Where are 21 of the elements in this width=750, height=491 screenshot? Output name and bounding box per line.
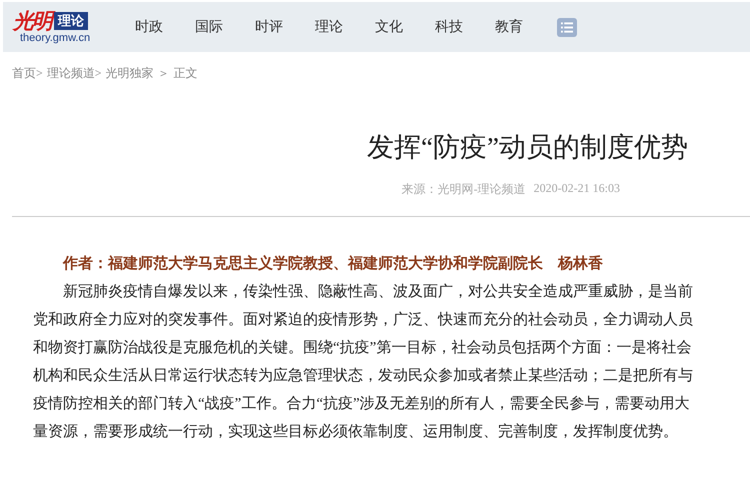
breadcrumb-link[interactable]: 首页> [12,65,43,82]
nav-link[interactable]: 国际 [195,18,227,36]
article-paragraph: 新冠肺炎疫情自爆发以来，传染性强、隐蔽性高、波及面广，对公共安全造成严重威胁，是当前党和政府全力应对的突发事件。面对紧迫的疫情形势，广泛、快速而充分的社会动员，全力调动人员和物资打赢防治战役是克服危机的关键。围绕“抗疫”第一目标，社会动员包括两个方面：一是将社会机构和民众生活从日常运行状态转为应急管理状态，发动民众参加或者禁止某些活动；二是把所有与疫情防控相关的部门转入“战疫”工作。合力“抗疫”涉及无差别的所有人，需要全民参与，需要动用大量资源，需要形成统一行动，实现这些目标必须依靠制度、运用制度、完善制度，发挥制度优势。 [33,282,694,442]
logo-domain[interactable]: theory.gmw.cn [20,32,125,44]
breadcrumb-link[interactable]: 光明独家 [106,65,154,82]
nav-link[interactable]: 文化 [375,18,407,36]
article-author: 作者：福建师范大学马克思主义学院教授、福建师范大学协和学院副院长 杨林香 [63,254,604,274]
menu-button[interactable] [557,18,577,36]
article-date: 2020-02-21 16:03 [534,181,620,197]
article-title: 发挥“防疫”动员的制度优势 [366,131,688,164]
breadcrumb-link[interactable]: 理论频道> [46,65,102,82]
nav-link[interactable]: 教育 [495,18,527,36]
nav-link[interactable]: 时政 [135,18,167,36]
nav-link[interactable]: 理论 [315,18,347,36]
breadcrumb-link[interactable]: 正文 [174,65,198,82]
logo-badge[interactable]: 理论 [54,12,88,30]
breadcrumb-link[interactable]: ＞ [158,65,170,82]
nav-link[interactable]: 科技 [435,18,467,36]
nav-link[interactable]: 时评 [255,18,287,36]
article-source: 来源：光明网-理论频道 [402,181,526,198]
menu-icon [561,22,573,32]
